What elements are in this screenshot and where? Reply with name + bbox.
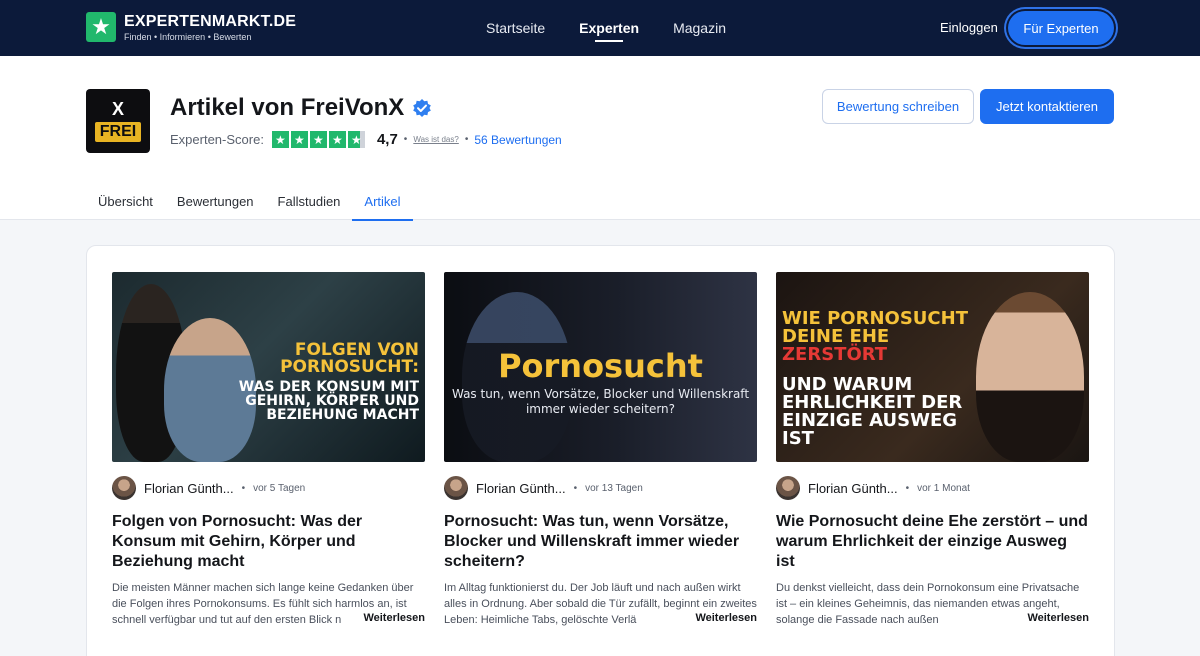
article-title[interactable]: Pornosucht: Was tun, wenn Vorsätze, Bloc… xyxy=(444,512,757,572)
nav-link-experten[interactable]: Experten xyxy=(579,0,639,56)
avatar-frei-label: FREI xyxy=(94,122,142,142)
tab-fallstudien[interactable]: Fallstudien xyxy=(266,184,353,220)
thumbnail-headline: Wie Pornosucht deine Ehe xyxy=(782,308,968,347)
tab-artikel[interactable]: Artikel xyxy=(352,184,413,221)
write-review-button[interactable]: Bewertung schreiben xyxy=(822,89,974,124)
avatar xyxy=(112,476,136,500)
article-thumbnail[interactable]: Pornosucht Was tun, wenn Vorsätze, Block… xyxy=(444,272,757,462)
article-card[interactable]: Folgen von Pornosucht: Was der Konsum mi… xyxy=(112,272,425,626)
tab-uebersicht[interactable]: Übersicht xyxy=(86,184,165,220)
author-name: Florian Günth... xyxy=(144,480,234,496)
nav-link-startseite[interactable]: Startseite xyxy=(486,0,545,56)
star-icon: ★ xyxy=(328,131,346,148)
rating-stars: ★ ★ ★ ★ ★ xyxy=(271,131,365,148)
thumbnail-subline: Was der Konsum mit Gehirn, Körper und Be… xyxy=(238,379,419,423)
page-title: Artikel von FreiVonX xyxy=(170,94,405,121)
article-card[interactable]: Wie Pornosucht deine Ehe zerstört und wa… xyxy=(776,272,1089,626)
reviews-link[interactable]: 56 Bewertungen xyxy=(474,133,561,147)
star-icon: ★ xyxy=(86,12,116,42)
top-navigation: ★ EXPERTENMARKT.DE Finden • Informieren … xyxy=(0,0,1200,56)
score-label: Experten-Score: xyxy=(170,132,264,147)
main-nav: Startseite Experten Magazin xyxy=(486,0,726,56)
publish-time: vor 13 Tagen xyxy=(585,482,643,494)
read-more-link[interactable]: Weiterlesen xyxy=(1011,612,1089,624)
article-title[interactable]: Wie Pornosucht deine Ehe zerstört – und … xyxy=(776,512,1089,572)
publish-time: vor 5 Tagen xyxy=(253,482,306,494)
article-thumbnail[interactable]: Wie Pornosucht deine Ehe zerstört und wa… xyxy=(776,272,1089,462)
for-experts-button[interactable]: Für Experten xyxy=(1008,11,1114,45)
login-link[interactable]: Einloggen xyxy=(940,0,998,56)
thumbnail-subline: Was tun, wenn Vorsätze, Blocker und Will… xyxy=(451,387,750,416)
article-title[interactable]: Folgen von Pornosucht: Was der Konsum mi… xyxy=(112,512,425,572)
nav-link-magazin[interactable]: Magazin xyxy=(673,0,726,56)
profile-avatar: X FREI xyxy=(86,89,150,153)
author-name: Florian Günth... xyxy=(476,480,566,496)
tab-bewertungen[interactable]: Bewertungen xyxy=(165,184,266,220)
read-more-link[interactable]: Weiterlesen xyxy=(679,612,757,624)
site-logo[interactable]: ★ EXPERTENMARKT.DE Finden • Informieren … xyxy=(86,12,296,42)
score-value: 4,7 xyxy=(376,131,398,148)
avatar xyxy=(444,476,468,500)
author-name: Florian Günth... xyxy=(808,480,898,496)
profile-tabs: Übersicht Bewertungen Fallstudien Artike… xyxy=(86,184,413,221)
read-more-link[interactable]: Weiterlesen xyxy=(347,612,425,624)
star-icon: ★ xyxy=(290,131,308,148)
thumbnail-headline: Folgen von Pornosucht: xyxy=(280,340,419,377)
thumbnail-headline: Pornosucht xyxy=(498,347,703,385)
logo-name: EXPERTENMARKT.DE xyxy=(124,12,297,30)
profile-header: X FREI Artikel von FreiVonX Experten-Sco… xyxy=(0,56,1200,221)
articles-panel: Folgen von Pornosucht: Was der Konsum mi… xyxy=(86,245,1115,656)
star-icon: ★ xyxy=(271,131,289,148)
verified-check-icon xyxy=(413,99,432,117)
star-icon: ★ xyxy=(347,131,365,148)
avatar xyxy=(776,476,800,500)
contact-now-button[interactable]: Jetzt kontaktieren xyxy=(980,89,1114,124)
thumbnail-headline-accent: zerstört xyxy=(782,344,888,365)
logo-tagline: Finden • Informieren • Bewerten xyxy=(124,31,252,42)
avatar-x-label: X xyxy=(111,99,124,119)
what-is-this-link[interactable]: Was ist das? xyxy=(413,135,459,144)
article-thumbnail[interactable]: Folgen von Pornosucht: Was der Konsum mi… xyxy=(112,272,425,462)
article-card[interactable]: Pornosucht Was tun, wenn Vorsätze, Block… xyxy=(444,272,757,626)
expert-score: Experten-Score: ★ ★ ★ ★ ★ 4,7 • Was ist … xyxy=(170,131,562,148)
star-icon: ★ xyxy=(309,131,327,148)
publish-time: vor 1 Monat xyxy=(917,482,970,494)
thumbnail-subline: und warum Ehrlichkeit der einzige Ausweg… xyxy=(782,374,963,449)
